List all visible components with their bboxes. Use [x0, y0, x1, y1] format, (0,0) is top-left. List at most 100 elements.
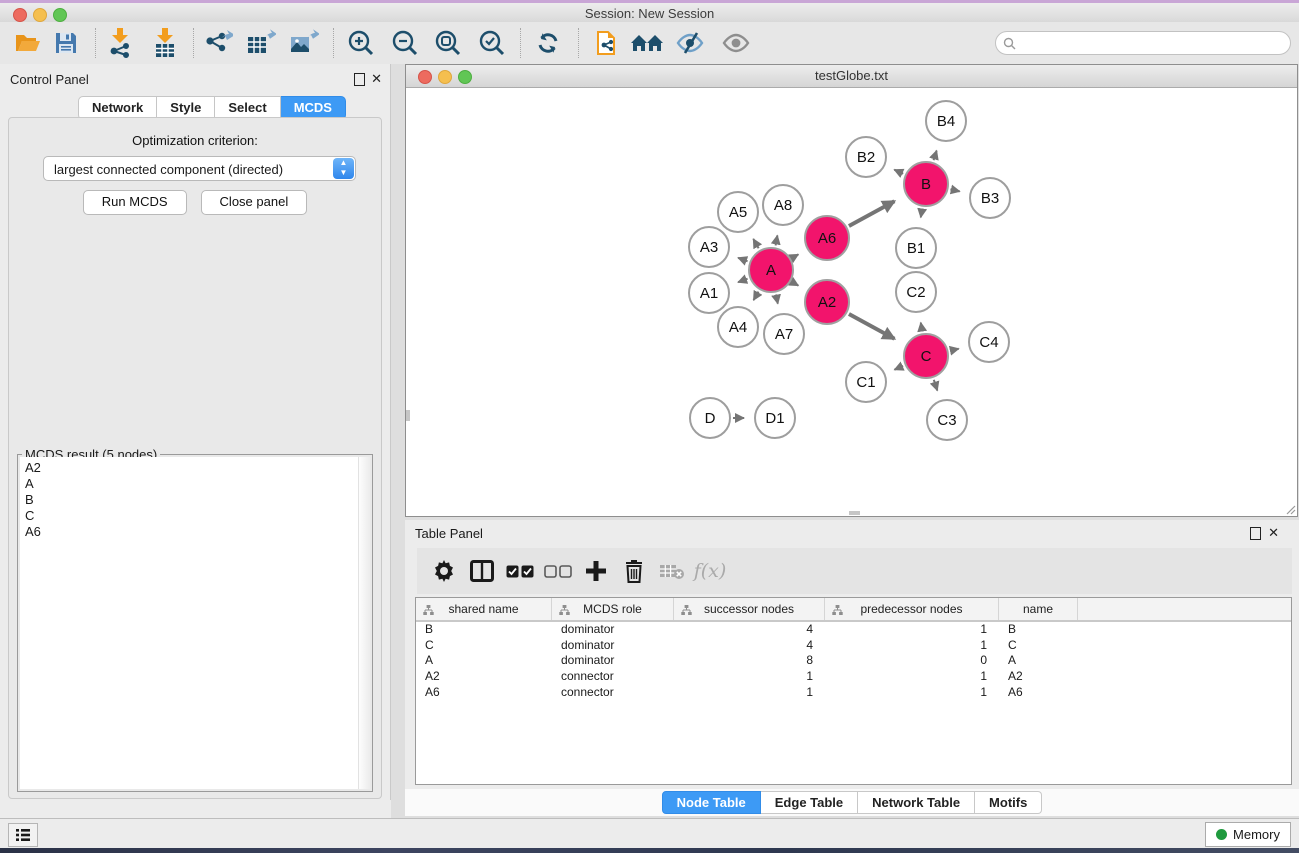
edge-C-C2[interactable] [921, 323, 922, 332]
result-item[interactable]: A2 [25, 460, 370, 476]
close-panel-button[interactable]: Close panel [201, 190, 308, 215]
edge-A-A1[interactable] [738, 279, 747, 283]
show-graphics-details-button[interactable] [718, 26, 754, 60]
zoom-in-button[interactable] [343, 26, 379, 60]
vertical-scroll-indicator[interactable] [406, 410, 410, 421]
node-B1[interactable]: B1 [895, 227, 937, 269]
table-cell[interactable]: 1 [674, 669, 825, 685]
edge-A-A3[interactable] [738, 258, 747, 262]
edge-B-B1[interactable] [921, 209, 922, 218]
table-cell[interactable]: connector [552, 669, 674, 685]
network-canvas[interactable]: B4B2BB3A5A8A6A3B1AC2A1A2A4A7C4CC1DD1C3 [406, 88, 1297, 516]
column-header-name[interactable]: name [999, 598, 1078, 620]
column-header-predecessor-nodes[interactable]: predecessor nodes [825, 598, 999, 620]
export-table-button[interactable] [243, 26, 279, 60]
node-D[interactable]: D [689, 397, 731, 439]
home-button[interactable] [629, 26, 665, 60]
column-header-successor-nodes[interactable]: successor nodes [674, 598, 825, 620]
select-all-columns-button[interactable] [501, 553, 539, 589]
table-cell[interactable]: A [416, 653, 552, 669]
node-B4[interactable]: B4 [925, 100, 967, 142]
node-C1[interactable]: C1 [845, 361, 887, 403]
table-cell[interactable]: 1 [825, 669, 999, 685]
resize-grip-icon[interactable] [1286, 505, 1296, 515]
edge-A-A6[interactable] [793, 254, 799, 257]
export-image-button[interactable] [286, 26, 322, 60]
criterion-dropdown[interactable]: largest connected component (directed) ▲… [43, 156, 356, 181]
export-network-button[interactable] [200, 26, 236, 60]
table-cell[interactable]: A6 [416, 685, 552, 701]
close-table-panel-icon[interactable]: ✕ [1268, 527, 1279, 538]
node-A8[interactable]: A8 [762, 184, 804, 226]
table-cell[interactable]: 8 [674, 653, 825, 669]
show-columns-button[interactable] [463, 553, 501, 589]
node-D1[interactable]: D1 [754, 397, 796, 439]
node-A7[interactable]: A7 [763, 313, 805, 355]
column-header-mcds-role[interactable]: MCDS role [552, 598, 674, 620]
node-table[interactable]: shared nameMCDS rolesuccessor nodesprede… [415, 597, 1292, 785]
table-row[interactable]: Bdominator41B [416, 622, 1291, 638]
edge-B-B2[interactable] [894, 170, 903, 174]
table-row[interactable]: A6connector11A6 [416, 685, 1291, 701]
table-cell[interactable]: A2 [416, 669, 552, 685]
refresh-button[interactable] [530, 26, 566, 60]
tab-edge-table[interactable]: Edge Table [761, 791, 858, 814]
node-C[interactable]: C [903, 333, 949, 379]
tab-network-table[interactable]: Network Table [858, 791, 975, 814]
edge-A-A5[interactable] [753, 239, 758, 248]
edge-A-A7[interactable] [776, 294, 778, 303]
float-panel-icon[interactable] [354, 73, 365, 89]
node-C4[interactable]: C4 [968, 321, 1010, 363]
new-session-button[interactable] [589, 26, 625, 60]
table-cell[interactable]: dominator [552, 653, 674, 669]
table-row[interactable]: Adominator80A [416, 653, 1291, 669]
table-row[interactable]: Cdominator41C [416, 638, 1291, 654]
edge-A-A2[interactable] [793, 282, 799, 285]
table-cell[interactable]: B [999, 622, 1078, 638]
unselect-all-columns-button[interactable] [539, 553, 577, 589]
node-B3[interactable]: B3 [969, 177, 1011, 219]
edge-B-B3[interactable] [950, 189, 959, 191]
table-cell[interactable]: B [416, 622, 552, 638]
table-settings-button[interactable] [425, 553, 463, 589]
import-network-button[interactable] [102, 26, 138, 60]
table-cell[interactable]: dominator [552, 622, 674, 638]
edge-C-C1[interactable] [894, 366, 903, 370]
table-cell[interactable]: A2 [999, 669, 1078, 685]
table-cell[interactable]: C [416, 638, 552, 654]
table-cell[interactable]: connector [552, 685, 674, 701]
node-B[interactable]: B [903, 161, 949, 207]
edge-A2-C[interactable] [849, 314, 894, 339]
close-panel-icon[interactable]: ✕ [371, 73, 382, 84]
edge-A-A4[interactable] [754, 292, 759, 301]
edge-B-B4[interactable] [934, 151, 937, 161]
table-cell[interactable]: C [999, 638, 1078, 654]
table-cell[interactable]: A6 [999, 685, 1078, 701]
node-C3[interactable]: C3 [926, 399, 968, 441]
tab-motifs[interactable]: Motifs [975, 791, 1042, 814]
result-item[interactable]: A [25, 476, 370, 492]
table-cell[interactable]: 1 [825, 685, 999, 701]
node-A2[interactable]: A2 [804, 279, 850, 325]
table-cell[interactable]: 1 [825, 638, 999, 654]
node-A4[interactable]: A4 [717, 306, 759, 348]
task-history-button[interactable] [8, 823, 38, 847]
node-A[interactable]: A [748, 247, 794, 293]
node-A1[interactable]: A1 [688, 272, 730, 314]
table-cell[interactable]: 4 [674, 622, 825, 638]
delete-table-button[interactable] [653, 553, 691, 589]
edge-A6-B[interactable] [849, 201, 894, 226]
zoom-selected-button[interactable] [474, 26, 510, 60]
table-cell[interactable]: 1 [674, 685, 825, 701]
edge-A-A8[interactable] [776, 235, 778, 245]
function-builder-button[interactable]: f(x) [691, 553, 729, 589]
node-A6[interactable]: A6 [804, 215, 850, 261]
zoom-out-button[interactable] [387, 26, 423, 60]
open-session-button[interactable] [10, 26, 46, 60]
node-C2[interactable]: C2 [895, 271, 937, 313]
search-field[interactable] [995, 31, 1291, 55]
table-cell[interactable]: A [999, 653, 1078, 669]
result-item[interactable]: A6 [25, 524, 370, 540]
zoom-fit-button[interactable] [430, 26, 466, 60]
create-column-button[interactable] [577, 553, 615, 589]
